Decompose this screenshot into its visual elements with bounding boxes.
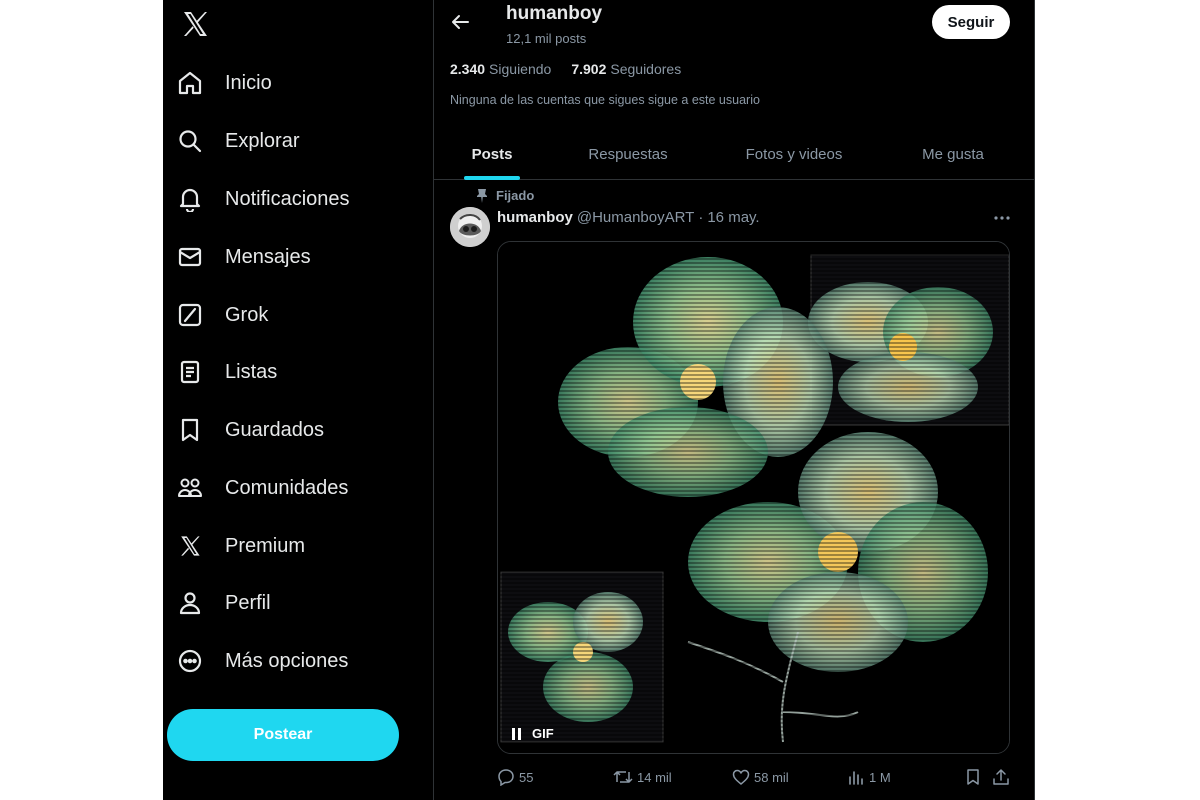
sidebar-item-label: Más opciones xyxy=(225,649,349,672)
sidebar-item-label: Perfil xyxy=(225,591,271,614)
follow-button[interactable]: Seguir xyxy=(932,5,1010,39)
following-count: 2.340 xyxy=(450,61,486,77)
sidebar-item-label: Listas xyxy=(225,360,278,383)
profile-icon xyxy=(177,590,203,616)
gif-badge: GIF xyxy=(532,726,554,741)
author-name[interactable]: humanboy xyxy=(497,209,573,226)
pinned-label: Fijado xyxy=(496,188,535,203)
bell-icon xyxy=(177,186,203,212)
sidebar-item-inicio[interactable]: Inicio xyxy=(177,61,272,105)
sidebar-item-perfil[interactable]: Perfil xyxy=(177,581,271,625)
sidebar-item-label: Inicio xyxy=(225,71,272,94)
followers-count: 7.902 xyxy=(571,61,607,77)
pinned-indicator: Fijado xyxy=(476,188,534,203)
tab-label: Posts xyxy=(471,145,513,163)
sidebar-item-guardados[interactable]: Guardados xyxy=(177,408,324,452)
tab-respuestas[interactable]: Respuestas xyxy=(550,128,706,180)
follow-stats: 2.340 Siguiendo 7.902 Seguidores xyxy=(450,61,681,77)
page-title: humanboy xyxy=(506,3,603,24)
sidebar-item-label: Comunidades xyxy=(225,476,349,499)
views-count: 1 M xyxy=(869,769,891,785)
active-tab-indicator xyxy=(464,176,520,180)
avatar[interactable] xyxy=(450,207,490,247)
more-options-icon[interactable] xyxy=(990,208,1014,228)
bookmark-button[interactable] xyxy=(964,765,986,789)
sidebar-item-explorar[interactable]: Explorar xyxy=(177,119,299,163)
back-arrow-icon[interactable] xyxy=(448,10,472,34)
search-icon xyxy=(177,128,203,154)
post-button[interactable]: Postear xyxy=(167,709,399,761)
bookmark-icon xyxy=(177,417,203,443)
gif-controls: GIF xyxy=(512,726,554,741)
like-count: 58 mil xyxy=(754,769,789,785)
sidebar-item-label: Grok xyxy=(225,303,269,326)
bookmark-icon xyxy=(967,769,979,785)
repost-count: 14 mil xyxy=(637,769,672,785)
pause-icon[interactable] xyxy=(512,727,522,740)
more-options-icon xyxy=(177,648,203,674)
post-media-gif[interactable]: GIF xyxy=(497,241,1010,754)
sidebar-item-listas[interactable]: Listas xyxy=(177,350,277,394)
views-icon xyxy=(849,771,863,785)
sidebar-item-label: Notificaciones xyxy=(225,187,350,210)
list-icon xyxy=(177,359,203,385)
author-handle[interactable]: @HumanboyART xyxy=(577,209,695,226)
repost-button[interactable]: 14 mil xyxy=(613,765,672,789)
post-header: humanboy @HumanboyART · 16 may. xyxy=(497,209,760,226)
mail-icon xyxy=(177,244,203,270)
sidebar-item-grok[interactable]: Grok xyxy=(177,293,268,337)
sidebar-item-label: Premium xyxy=(225,534,306,557)
x-premium-icon xyxy=(177,533,203,559)
heart-icon xyxy=(732,769,750,785)
glitch-flower-image xyxy=(498,242,1009,753)
x-logo-icon[interactable] xyxy=(180,9,210,39)
profile-main-column: humanboy 12,1 mil posts Seguir 2.340 Sigu… xyxy=(433,0,1035,800)
tab-fotos-y-videos[interactable]: Fotos y videos xyxy=(706,128,882,180)
sidebar-item-label: Guardados xyxy=(225,418,324,441)
like-button[interactable]: 58 mil xyxy=(732,765,789,789)
tab-label: Respuestas xyxy=(588,145,668,163)
sidebar-item-mas-opciones[interactable]: Más opciones xyxy=(177,639,348,683)
mutual-followers-note: Ninguna de las cuentas que sigues sigue … xyxy=(450,93,760,107)
meta-separator: · xyxy=(698,209,704,226)
sidebar-item-label: Mensajes xyxy=(225,245,311,268)
followers-link[interactable]: 7.902 Seguidores xyxy=(571,61,681,77)
grok-icon xyxy=(177,302,203,328)
repost-icon xyxy=(613,771,633,783)
sidebar: Inicio Explorar Notificaciones Mensajes xyxy=(163,0,433,800)
sidebar-item-notificaciones[interactable]: Notificaciones xyxy=(177,177,350,221)
sidebar-item-premium[interactable]: Premium xyxy=(177,524,305,568)
posts-count: 12,1 mil posts xyxy=(506,31,587,46)
reply-icon xyxy=(498,769,514,786)
pin-icon xyxy=(477,188,487,203)
reply-count: 55 xyxy=(519,769,534,785)
post-date[interactable]: 16 may. xyxy=(707,209,759,226)
following-label: Siguiendo xyxy=(489,61,552,77)
sidebar-item-mensajes[interactable]: Mensajes xyxy=(177,235,311,279)
views-button[interactable]: 1 M xyxy=(847,765,891,789)
share-button[interactable] xyxy=(992,765,1014,789)
reply-button[interactable]: 55 xyxy=(497,765,533,789)
share-icon xyxy=(993,769,1009,785)
tab-label: Me gusta xyxy=(922,145,984,163)
post-actions: 55 14 mil 58 mil 1 M xyxy=(497,765,1012,789)
tab-label: Fotos y videos xyxy=(745,145,843,163)
followers-label: Seguidores xyxy=(610,61,682,77)
communities-icon xyxy=(177,475,203,501)
following-link[interactable]: 2.340 Siguiendo xyxy=(450,61,551,77)
sidebar-item-label: Explorar xyxy=(225,129,300,152)
sidebar-item-comunidades[interactable]: Comunidades xyxy=(177,466,348,510)
tab-me-gusta[interactable]: Me gusta xyxy=(882,128,1024,180)
app-window: Inicio Explorar Notificaciones Mensajes xyxy=(163,0,1035,800)
profile-tabs: Posts Respuestas Fotos y videos Me gusta xyxy=(434,128,1034,180)
tab-posts[interactable]: Posts xyxy=(434,128,550,180)
home-icon xyxy=(177,70,203,96)
